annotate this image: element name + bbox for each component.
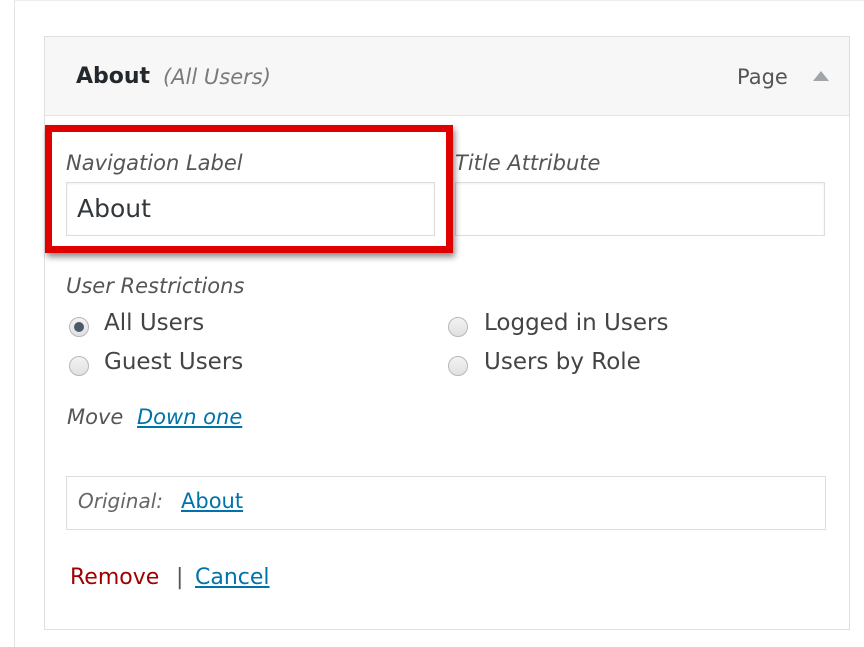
title-attribute-input[interactable] [455,182,825,236]
menu-item-subtitle: (All Users) [163,65,271,89]
arrow-up-icon[interactable] [811,66,831,86]
menu-item-title: About [76,64,151,89]
remove-link[interactable]: Remove [70,565,159,590]
menu-item-header[interactable]: About (All Users) Page [45,37,849,116]
original-label: Original: [78,489,163,513]
title-attribute-label: Title Attribute [455,151,601,175]
highlight-box [45,125,453,253]
radio-label-all-users: All Users [104,310,205,336]
action-separator: | [176,565,184,590]
radio-all-users[interactable] [69,317,89,337]
move-label: Move [67,405,124,429]
cancel-link[interactable]: Cancel [195,565,270,590]
user-restrictions-label: User Restrictions [66,274,245,298]
radio-label-guest-users: Guest Users [104,349,244,375]
menu-item-type: Page [737,65,788,89]
menu-item-panel: About (All Users) Page Navigation Label … [44,36,850,630]
page: About (All Users) Page Navigation Label … [0,0,864,647]
move-down-one-link[interactable]: Down one [137,405,242,429]
radio-users-by-role[interactable] [448,356,468,376]
original-box: Original: About [66,476,826,530]
radio-guest-users[interactable] [69,356,89,376]
radio-logged-in-users[interactable] [448,317,468,337]
radio-label-logged-in-users: Logged in Users [484,310,669,336]
radio-label-users-by-role: Users by Role [484,349,641,375]
original-link[interactable]: About [181,489,243,513]
